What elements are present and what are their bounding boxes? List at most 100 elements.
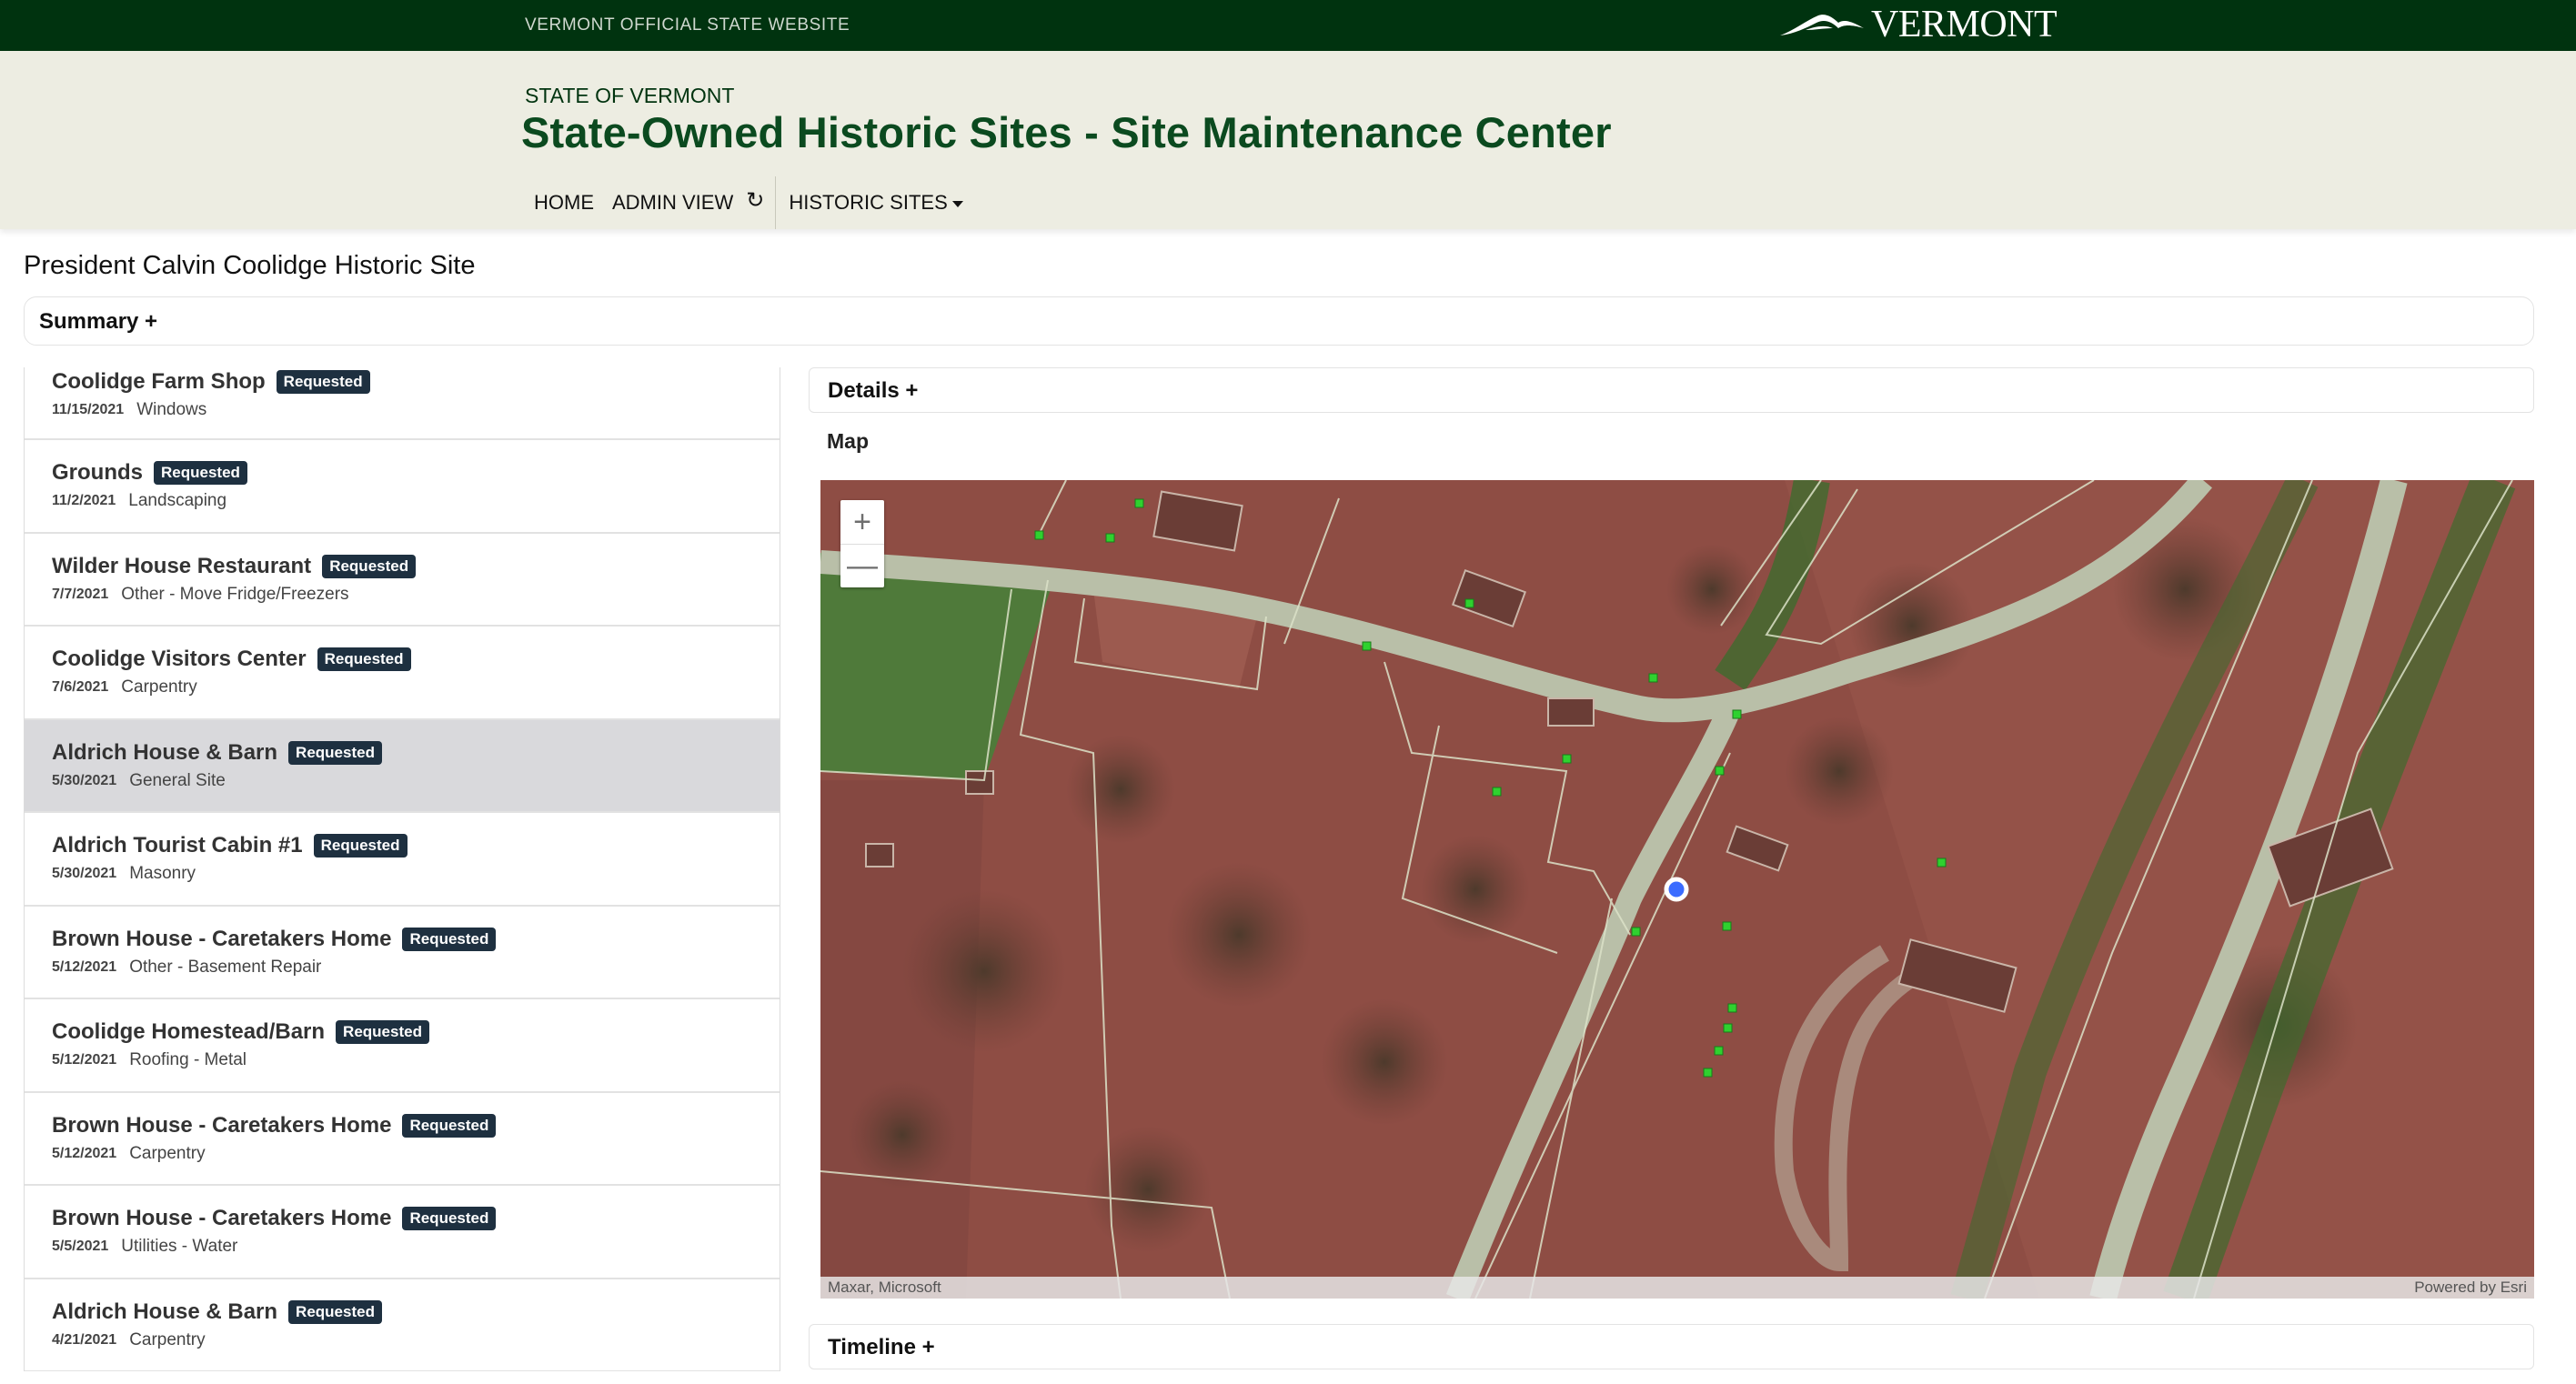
request-row-header: Aldrich House & Barn Requested	[52, 1299, 752, 1325]
request-row[interactable]: Aldrich House & Barn Requested 4/21/2021 Ca…	[25, 1279, 780, 1371]
request-row-meta: 5/5/2021 Utilities - Water	[52, 1237, 752, 1257]
request-list[interactable]: Coolidge Farm Shop Requested 11/15/2021 Win…	[24, 367, 780, 1371]
request-category: Other - Move Fridge/Freezers	[121, 584, 349, 604]
request-category: Utilities - Water	[121, 1237, 238, 1257]
main-nav: HOME ADMIN VIEW ↻ HISTORIC SITES	[525, 176, 972, 229]
request-row-header: Aldrich House & Barn Requested	[52, 740, 752, 766]
zoom-out-button[interactable]: —	[840, 544, 884, 587]
request-site-name: Coolidge Visitors Center	[52, 647, 307, 672]
status-badge: Requested	[313, 834, 408, 858]
status-badge: Requested	[402, 1207, 497, 1231]
site-header: STATE OF VERMONT State-Owned Historic Si…	[0, 51, 2576, 229]
map-label: Map	[827, 429, 869, 453]
satellite-basemap	[820, 480, 2534, 1299]
request-date: 11/15/2021	[52, 402, 125, 417]
request-row-header: Coolidge Visitors Center Requested	[52, 647, 752, 672]
attribution-source[interactable]: Maxar, Microsoft	[828, 1279, 941, 1297]
request-date: 5/12/2021	[52, 958, 117, 975]
request-site-name: Brown House - Caretakers Home	[52, 926, 392, 951]
request-site-name: Aldrich Tourist Cabin #1	[52, 833, 303, 858]
map-view[interactable]: + — Maxar, Microsoft Powered by Esri	[820, 480, 2534, 1299]
attribution-powered-by[interactable]: Powered by Esri	[2414, 1279, 2527, 1297]
request-row-header: Coolidge Farm Shop Requested	[52, 369, 752, 395]
details-toggle[interactable]: Details +	[828, 378, 918, 404]
request-date: 4/21/2021	[52, 1331, 117, 1348]
request-category: Carpentry	[121, 677, 197, 697]
request-row-meta: 5/12/2021 Roofing - Metal	[52, 1050, 752, 1070]
request-site-name: Wilder House Restaurant	[52, 553, 312, 578]
request-row[interactable]: Brown House - Caretakers Home Requested 5/…	[25, 1093, 780, 1186]
request-row-header: Brown House - Caretakers Home Requested	[52, 927, 752, 952]
request-date: 7/7/2021	[52, 586, 109, 602]
request-site-name: Brown House - Caretakers Home	[52, 1206, 392, 1231]
timeline-toggle[interactable]: Timeline +	[828, 1335, 935, 1360]
request-date: 7/6/2021	[52, 679, 109, 696]
request-row-header: Grounds Requested	[52, 460, 752, 486]
request-category: Other - Basement Repair	[129, 957, 322, 977]
request-row-meta: 4/21/2021 Carpentry	[52, 1330, 752, 1350]
request-site-name: Aldrich House & Barn	[52, 1299, 278, 1324]
refresh-icon[interactable]: ↻	[742, 174, 773, 226]
request-row-meta: 5/30/2021 Masonry	[52, 864, 752, 884]
request-site-name: Brown House - Caretakers Home	[52, 1112, 392, 1138]
summary-toggle[interactable]: Summary +	[39, 309, 157, 335]
request-category: Carpentry	[129, 1143, 206, 1163]
request-date: 11/2/2021	[52, 493, 116, 509]
status-badge: Requested	[322, 554, 417, 578]
request-row[interactable]: Brown House - Caretakers Home Requested 5/…	[25, 907, 780, 999]
details-panel[interactable]: Details +	[809, 367, 2534, 413]
request-site-name: Grounds	[52, 460, 143, 486]
request-row[interactable]: Grounds Requested 11/2/2021 Landscaping	[25, 440, 780, 534]
zoom-in-button[interactable]: +	[840, 500, 884, 544]
request-date: 5/12/2021	[52, 1052, 117, 1068]
request-row[interactable]: Brown House - Caretakers Home Requested 5/…	[25, 1186, 780, 1279]
request-row[interactable]: Aldrich House & Barn Requested 5/30/2021 Ge…	[25, 719, 780, 813]
summary-panel[interactable]: Summary +	[24, 296, 2534, 346]
status-badge: Requested	[154, 461, 247, 486]
status-badge: Requested	[288, 1299, 382, 1324]
request-row-meta: 5/30/2021 General Site	[52, 771, 752, 791]
request-row-meta: 11/15/2021 Windows	[52, 400, 752, 420]
request-row[interactable]: Wilder House Restaurant Requested 7/7/2021…	[25, 534, 780, 627]
request-row-meta: 5/12/2021 Carpentry	[52, 1144, 752, 1164]
status-badge: Requested	[288, 740, 382, 765]
zoom-controls: + —	[840, 500, 884, 587]
request-row-header: Aldrich Tourist Cabin #1 Requested	[52, 833, 752, 858]
status-badge: Requested	[276, 370, 370, 394]
map-attribution: Maxar, Microsoft Powered by Esri	[820, 1277, 2534, 1299]
request-row-header: Wilder House Restaurant Requested	[52, 554, 752, 579]
request-site-name: Aldrich House & Barn	[52, 739, 278, 765]
request-row-meta: 5/12/2021 Other - Basement Repair	[52, 958, 752, 978]
nav-historic-sites-label: HISTORIC SITES	[789, 191, 948, 214]
status-badge: Requested	[402, 1113, 497, 1138]
status-badge: Requested	[336, 1020, 429, 1045]
top-bar: VERMONT OFFICIAL STATE WEBSITE VERMONT	[0, 0, 2576, 51]
request-site-name: Coolidge Homestead/Barn	[52, 1019, 326, 1045]
logo-text: VERMONT	[1871, 4, 2058, 45]
request-row-meta: 7/6/2021 Carpentry	[52, 677, 752, 697]
request-category: Landscaping	[128, 491, 227, 511]
status-badge: Requested	[317, 647, 411, 672]
request-row-meta: 11/2/2021 Landscaping	[52, 491, 752, 511]
request-row[interactable]: Coolidge Visitors Center Requested 7/6/202…	[25, 627, 780, 720]
request-category: Carpentry	[129, 1329, 206, 1349]
caret-down-icon	[951, 200, 963, 207]
page-title: State-Owned Historic Sites - Site Mainte…	[521, 108, 1612, 156]
request-date: 5/5/2021	[52, 1239, 109, 1255]
nav-historic-sites[interactable]: HISTORIC SITES	[780, 176, 971, 229]
status-badge: Requested	[402, 927, 497, 951]
request-category: General Site	[129, 770, 226, 790]
vermont-logo-icon	[1780, 15, 1864, 35]
request-date: 5/30/2021	[52, 866, 117, 882]
request-row[interactable]: Coolidge Farm Shop Requested 11/15/2021 Win…	[25, 367, 780, 440]
timeline-panel[interactable]: Timeline +	[809, 1324, 2534, 1369]
request-row-header: Coolidge Homestead/Barn Requested	[52, 1019, 752, 1045]
request-row[interactable]: Aldrich Tourist Cabin #1 Requested 5/30/20…	[25, 813, 780, 907]
request-category: Roofing - Metal	[129, 1050, 247, 1070]
request-row-header: Brown House - Caretakers Home Requested	[52, 1206, 752, 1231]
request-row[interactable]: Coolidge Homestead/Barn Requested 5/12/202…	[25, 999, 780, 1093]
nav-home[interactable]: HOME	[525, 176, 603, 229]
vermont-logo[interactable]: VERMONT	[1778, 4, 2058, 45]
request-category: Masonry	[129, 864, 196, 884]
nav-admin-view[interactable]: ADMIN VIEW	[603, 176, 742, 229]
